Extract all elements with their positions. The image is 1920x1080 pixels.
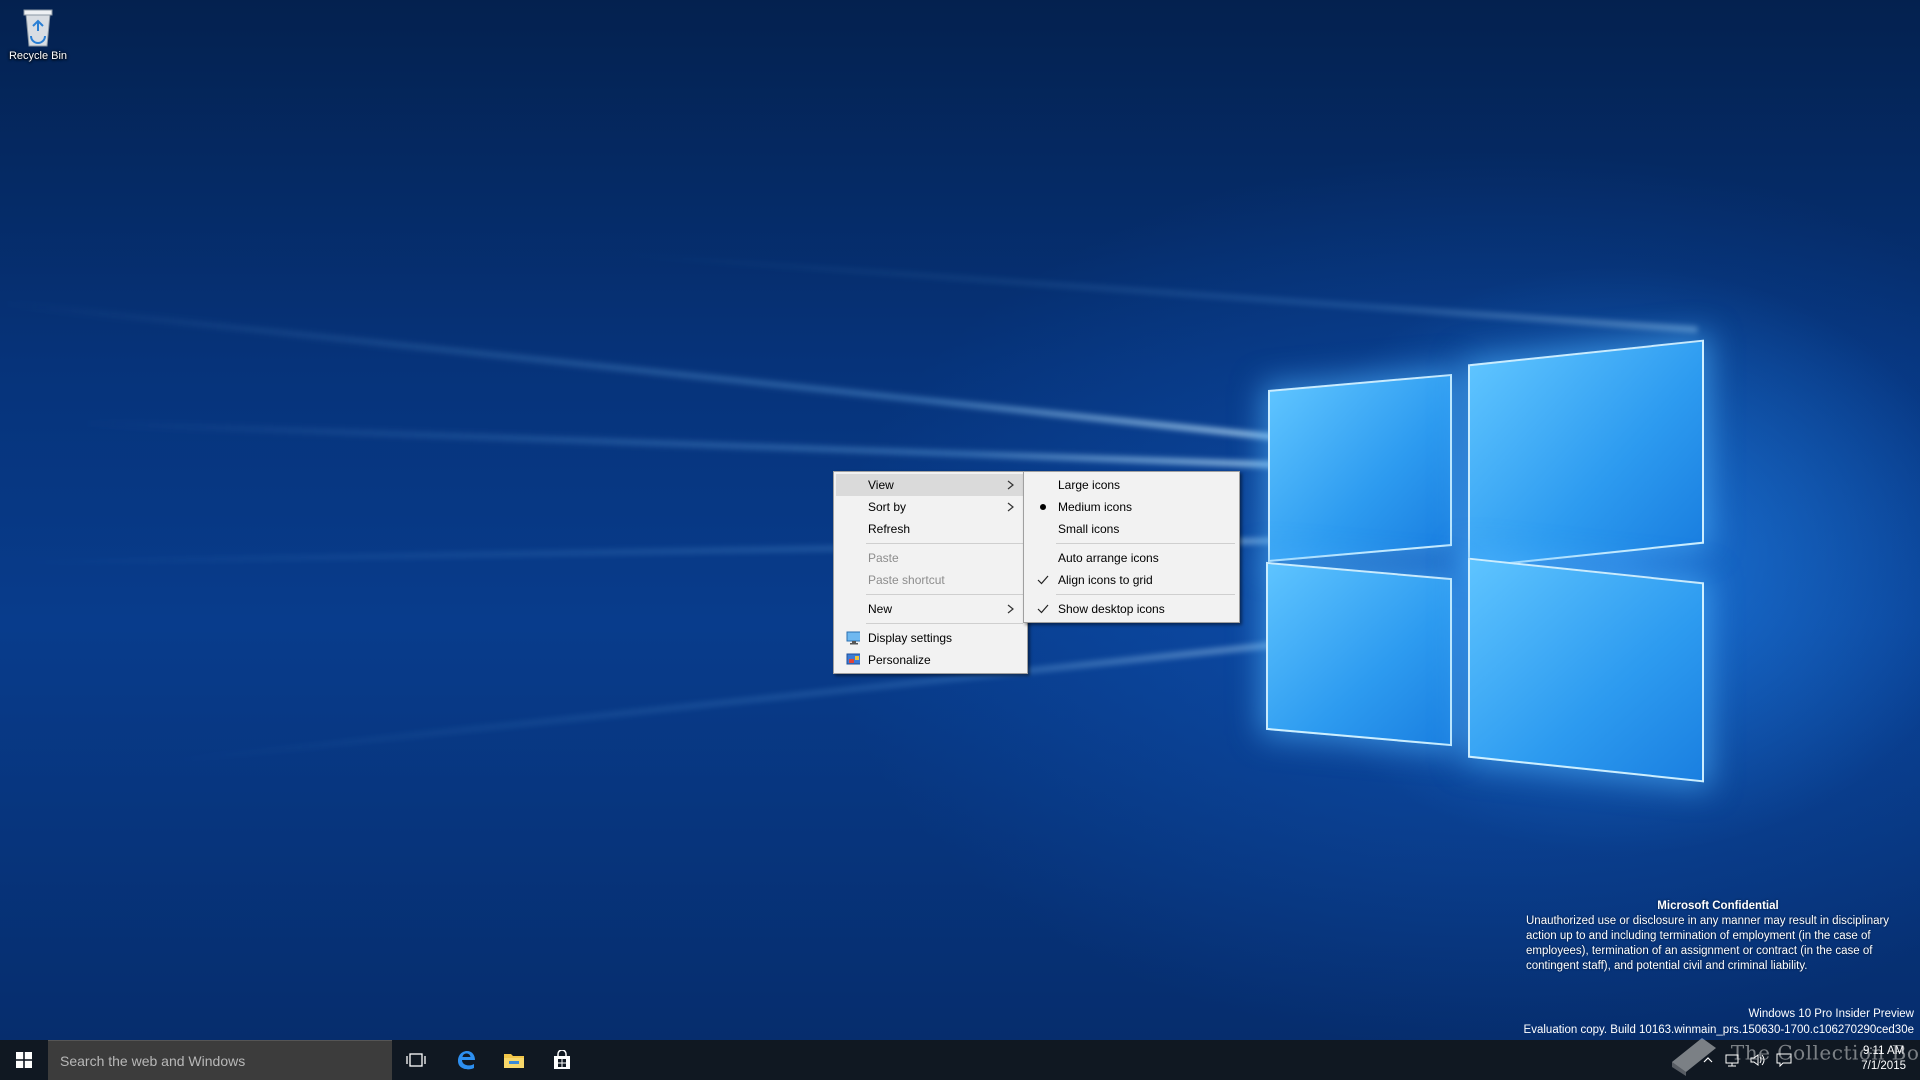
logo-pane-bottom-right [1468,557,1704,783]
confidential-title: Microsoft Confidential [1657,900,1779,912]
desktop-context-menu: View Sort by Refresh Paste Paste shortcu… [833,471,1028,674]
menu-item-display-settings-label: Display settings [868,631,953,645]
menu-item-refresh-label: Refresh [868,522,911,536]
task-view-button[interactable] [396,1040,436,1080]
view-submenu: Large icons Medium icons Small icons Aut… [1023,471,1240,623]
recycle-bin-label: Recycle Bin [8,50,68,62]
menu-item-paste-shortcut-label: Paste shortcut [868,573,945,587]
menu-item-paste[interactable]: Paste [836,547,1025,569]
store-button[interactable] [542,1040,582,1080]
submenu-item-large-icons[interactable]: Large icons [1026,474,1237,496]
submenu-item-auto-arrange[interactable]: Auto arrange icons [1026,547,1237,569]
submenu-item-show-desktop-icons[interactable]: Show desktop icons [1026,598,1237,620]
logo-pane-bottom-left [1266,561,1452,747]
file-explorer-icon [504,1054,524,1068]
submenu-item-medium-icons-label: Medium icons [1058,500,1133,514]
windows-logo-icon [16,1052,32,1068]
search-input[interactable]: Search the web and Windows [48,1040,392,1080]
logo-pane-top-right [1468,339,1704,569]
menu-separator [866,623,1023,624]
menu-item-new[interactable]: New [836,598,1025,620]
watermark-text: The Collection Book [1730,1040,1920,1065]
submenu-item-large-icons-label: Large icons [1058,478,1121,492]
menu-separator [1056,543,1235,544]
checkmark-icon [1036,598,1050,620]
menu-separator [866,594,1023,595]
menu-item-refresh[interactable]: Refresh [836,518,1025,540]
edge-button[interactable] [446,1040,486,1080]
edge-icon [458,1051,475,1070]
menu-item-sort-by[interactable]: Sort by [836,496,1025,518]
menu-item-sort-by-label: Sort by [868,500,907,514]
recycle-bin-icon [18,6,58,48]
menu-item-personalize-label: Personalize [868,653,931,667]
menu-item-view-label: View [868,478,894,492]
submenu-item-auto-arrange-label: Auto arrange icons [1058,551,1159,565]
site-watermark: The Collection Book [1668,1032,1920,1076]
menu-separator [866,543,1023,544]
chevron-right-icon [1005,474,1017,496]
recycle-bin-desktop-icon[interactable]: Recycle Bin [4,6,72,62]
radio-bullet-icon [1036,496,1050,518]
menu-item-paste-shortcut[interactable]: Paste shortcut [836,569,1025,591]
display-settings-icon [846,627,860,649]
menu-item-paste-label: Paste [868,551,899,565]
store-icon [554,1050,570,1069]
personalize-icon [846,649,860,671]
submenu-item-small-icons-label: Small icons [1058,522,1120,536]
menu-item-display-settings[interactable]: Display settings [836,627,1025,649]
taskbar: Search the web and Windows 9:11 AM 7/1/2… [0,1040,1920,1080]
chevron-right-icon [1005,598,1017,620]
logo-pane-top-left [1268,373,1452,563]
book-icon [1672,1038,1716,1076]
menu-separator [1056,594,1235,595]
menu-item-view[interactable]: View [836,474,1025,496]
menu-item-personalize[interactable]: Personalize [836,649,1025,671]
submenu-item-small-icons[interactable]: Small icons [1026,518,1237,540]
confidential-notice: Microsoft Confidential Unauthorized use … [1526,899,1910,974]
confidential-body: Unauthorized use or disclosure in any ma… [1526,915,1890,972]
submenu-item-align-to-grid[interactable]: Align icons to grid [1026,569,1237,591]
submenu-item-show-desktop-icons-label: Show desktop icons [1058,602,1165,616]
menu-item-new-label: New [868,602,893,616]
chevron-right-icon [1005,496,1017,518]
edition-text: Windows 10 Pro Insider Preview [1748,1008,1914,1020]
start-button[interactable] [0,1040,48,1080]
checkmark-icon [1036,569,1050,591]
task-view-icon [406,1053,426,1067]
submenu-item-align-to-grid-label: Align icons to grid [1058,573,1153,587]
file-explorer-button[interactable] [494,1040,534,1080]
submenu-item-medium-icons[interactable]: Medium icons [1026,496,1237,518]
